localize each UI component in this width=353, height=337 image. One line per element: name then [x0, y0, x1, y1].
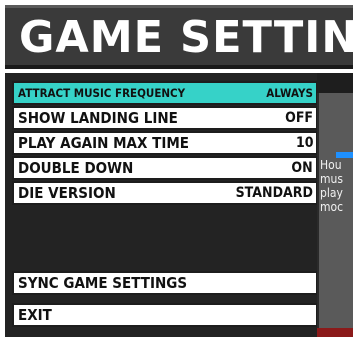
description-line: mus — [320, 172, 343, 186]
setting-label: DIE VERSION — [18, 184, 116, 202]
setting-show-landing-line[interactable]: SHOW LANDING LINE OFF — [12, 106, 318, 130]
description-line: play — [320, 186, 343, 200]
exit-button[interactable]: EXIT — [12, 303, 318, 327]
setting-attract-music-frequency[interactable]: ATTRACT MUSIC FREQUENCY ALWAYS — [12, 81, 318, 105]
setting-description-panel: Hou mus play moc — [317, 73, 353, 337]
action-label: EXIT — [18, 306, 52, 324]
setting-die-version[interactable]: DIE VERSION STANDARD — [12, 181, 318, 205]
setting-value: 10 — [295, 135, 313, 151]
description-footer-bar — [317, 328, 353, 337]
header-bar: GAME SETTINGS — [5, 5, 353, 69]
description-line: Hou — [320, 158, 342, 172]
setting-value: ALWAYS — [266, 86, 313, 100]
setting-label: DOUBLE DOWN — [18, 159, 134, 177]
action-label: SYNC GAME SETTINGS — [18, 274, 188, 292]
page-title: GAME SETTINGS — [19, 12, 353, 63]
description-line: moc — [320, 200, 344, 214]
setting-label: ATTRACT MUSIC FREQUENCY — [18, 86, 186, 100]
description-text: Hou mus play moc — [320, 158, 353, 214]
settings-menu: ATTRACT MUSIC FREQUENCY ALWAYS SHOW LAND… — [5, 73, 318, 337]
setting-play-again-max-time[interactable]: PLAY AGAIN MAX TIME 10 — [12, 131, 318, 155]
setting-value: ON — [291, 160, 313, 176]
sync-game-settings-button[interactable]: SYNC GAME SETTINGS — [12, 271, 318, 295]
setting-label: SHOW LANDING LINE — [18, 109, 178, 127]
setting-double-down[interactable]: DOUBLE DOWN ON — [12, 156, 318, 180]
setting-value: STANDARD — [235, 185, 313, 201]
game-settings-screen: GAME SETTINGS ATTRACT MUSIC FREQUENCY AL… — [0, 0, 353, 337]
setting-value: OFF — [285, 110, 313, 126]
setting-label: PLAY AGAIN MAX TIME — [18, 134, 190, 152]
